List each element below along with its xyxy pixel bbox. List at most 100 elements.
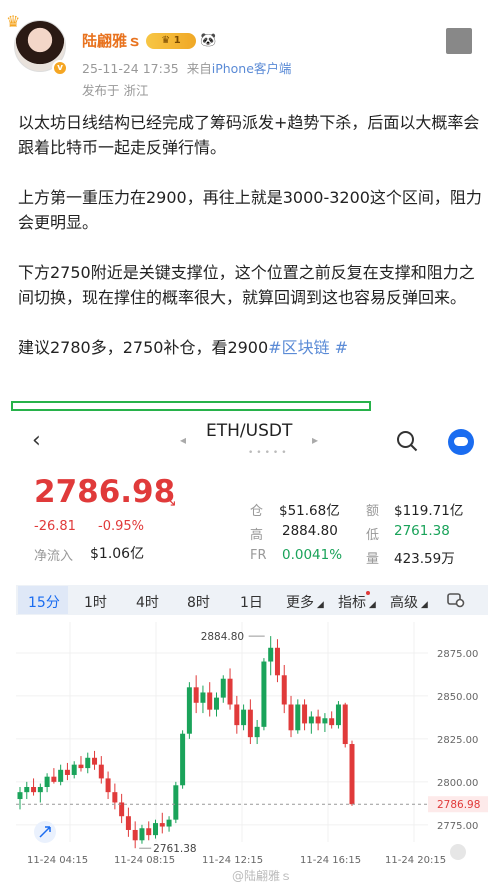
candle-body (78, 764, 84, 769)
candle-body (153, 823, 159, 836)
timeframe-more[interactable]: 更多 ◢ (286, 592, 324, 612)
candle-body (159, 823, 165, 827)
candle-body (234, 704, 240, 726)
more-options-button[interactable] (446, 28, 472, 54)
candle-body (213, 697, 219, 710)
post-timestamp: 25-11-24 17:35 (82, 61, 179, 76)
member-level-badge[interactable]: ♛ 1 (146, 32, 197, 49)
candle-body (315, 716, 321, 724)
post-source[interactable]: iPhone客户端 (212, 61, 292, 76)
post-paragraph: 上方第一重压力在2900，再往上就是3000-3200这个区间，阻力会更明显。 (18, 188, 482, 232)
candle-body (302, 704, 308, 724)
candle-body (132, 829, 138, 841)
inflow-value: $1.06亿 (90, 546, 145, 562)
assistant-bot-icon[interactable] (448, 429, 474, 455)
panda-icon: 🐼 (200, 33, 217, 48)
post-paragraph: 下方2750附近是关键支撑位，这个位置之前反复在支撑和阻力之间切换，现在撑住的概… (18, 263, 475, 307)
page-dots: ••••• (248, 448, 290, 458)
timeframe-15m[interactable]: 15分 (28, 592, 60, 612)
x-tick-label: 11-24 12:15 (202, 855, 263, 866)
candle-body (329, 718, 335, 726)
x-tick-label: 11-24 16:15 (300, 855, 361, 866)
candle-body (58, 769, 64, 782)
candle-body (186, 687, 192, 734)
candle-body (17, 792, 23, 800)
down-arrow-icon: ↘ (165, 494, 177, 510)
candle-body (166, 819, 172, 827)
pair-title[interactable]: ETH/USDT (206, 421, 292, 441)
change-abs: -26.81 (34, 519, 76, 534)
low-label: 2761.38 (153, 843, 196, 855)
candle-body (241, 709, 247, 726)
timeframe-more-label: 更多 (286, 595, 314, 611)
stat-label-turnover: 额 (366, 504, 380, 519)
candlestick-chart[interactable]: 2875.00 2850.00 2825.00 2800.00 2775.00 2786.… (0, 620, 500, 868)
candle-body (207, 692, 213, 710)
indicator-button[interactable]: 指标 ◢ (338, 592, 376, 612)
dropdown-icon: ◢ (314, 600, 324, 610)
y-tick-label: 2800.00 (437, 778, 478, 789)
notification-dot (366, 591, 370, 595)
dropdown-icon: ◢ (418, 600, 428, 610)
verified-badge-icon: v (52, 60, 68, 76)
stat-label-volume: 量 (366, 552, 380, 567)
timeframe-8h[interactable]: 8时 (187, 592, 210, 612)
advanced-button[interactable]: 高级 ◢ (390, 592, 428, 612)
high-label: 2884.80 (201, 631, 244, 643)
stat-value-low: 2761.38 (394, 523, 450, 539)
topic-link[interactable]: #区块链 # (268, 338, 348, 357)
post-paragraph: 以太坊日线结构已经完成了筹码派发+趋势下杀，后面以大概率会跟着比特币一起走反弹行… (18, 113, 480, 157)
stat-value-turnover: $119.71亿 (394, 503, 464, 519)
search-icon[interactable] (396, 430, 418, 452)
candle-body (105, 778, 111, 793)
candle-body (125, 816, 131, 830)
candle-body (193, 687, 199, 703)
candle-body (288, 704, 294, 731)
candle-body (268, 647, 274, 662)
source-prefix: 来自 (186, 61, 212, 76)
chart-settings-icon[interactable] (447, 592, 465, 608)
highlight-underline (11, 401, 371, 411)
stat-value-volume: 423.59万 (394, 551, 455, 567)
candle-body (220, 678, 226, 698)
stat-value-high: 2884.80 (282, 523, 338, 539)
timeframe-1d[interactable]: 1日 (240, 592, 263, 612)
candle-body (342, 704, 348, 745)
candle-body (261, 661, 267, 727)
prev-pair-icon[interactable]: ◂ (180, 433, 186, 447)
advanced-label: 高级 (390, 595, 418, 611)
timeframe-4h[interactable]: 4时 (136, 592, 159, 612)
watermark: @陆翩雅ｓ (232, 869, 293, 883)
stat-value-fr: 0.0041% (282, 547, 343, 563)
candle-body (180, 733, 186, 786)
candle-body (200, 692, 206, 703)
candle-body (71, 764, 77, 775)
back-icon[interactable]: ‹ (32, 428, 41, 453)
change-pct: -0.95% (98, 519, 144, 534)
inflow-label: 净流入 (34, 549, 74, 564)
last-price: 2786.98 (34, 474, 176, 510)
crown-icon: ♛ (6, 12, 21, 31)
candle-body (349, 744, 355, 805)
candle-body (139, 828, 145, 841)
candle-body (51, 776, 57, 782)
candle-body (37, 787, 43, 793)
candle-body (335, 704, 341, 726)
y-tick-label: 2850.00 (437, 692, 478, 703)
post-suggestion: 建议2780多，2750补仓，看2900 (18, 338, 269, 357)
stat-label-high: 高 (250, 528, 264, 543)
next-pair-icon[interactable]: ▸ (312, 433, 318, 447)
stat-label-oi: 仓 (250, 504, 264, 519)
candle-body (227, 678, 233, 705)
candle-body (146, 828, 152, 836)
member-level: 1 (173, 35, 181, 46)
candle-body (64, 769, 70, 775)
candle-body (98, 764, 104, 779)
candle-body (322, 718, 328, 724)
username[interactable]: 陆翩雅ｓ (82, 30, 142, 51)
candle-body (92, 757, 98, 765)
x-tick-label: 11-24 08:15 (114, 855, 175, 866)
candle-body (254, 726, 260, 738)
candle-body (31, 787, 37, 793)
timeframe-1h[interactable]: 1时 (84, 592, 107, 612)
